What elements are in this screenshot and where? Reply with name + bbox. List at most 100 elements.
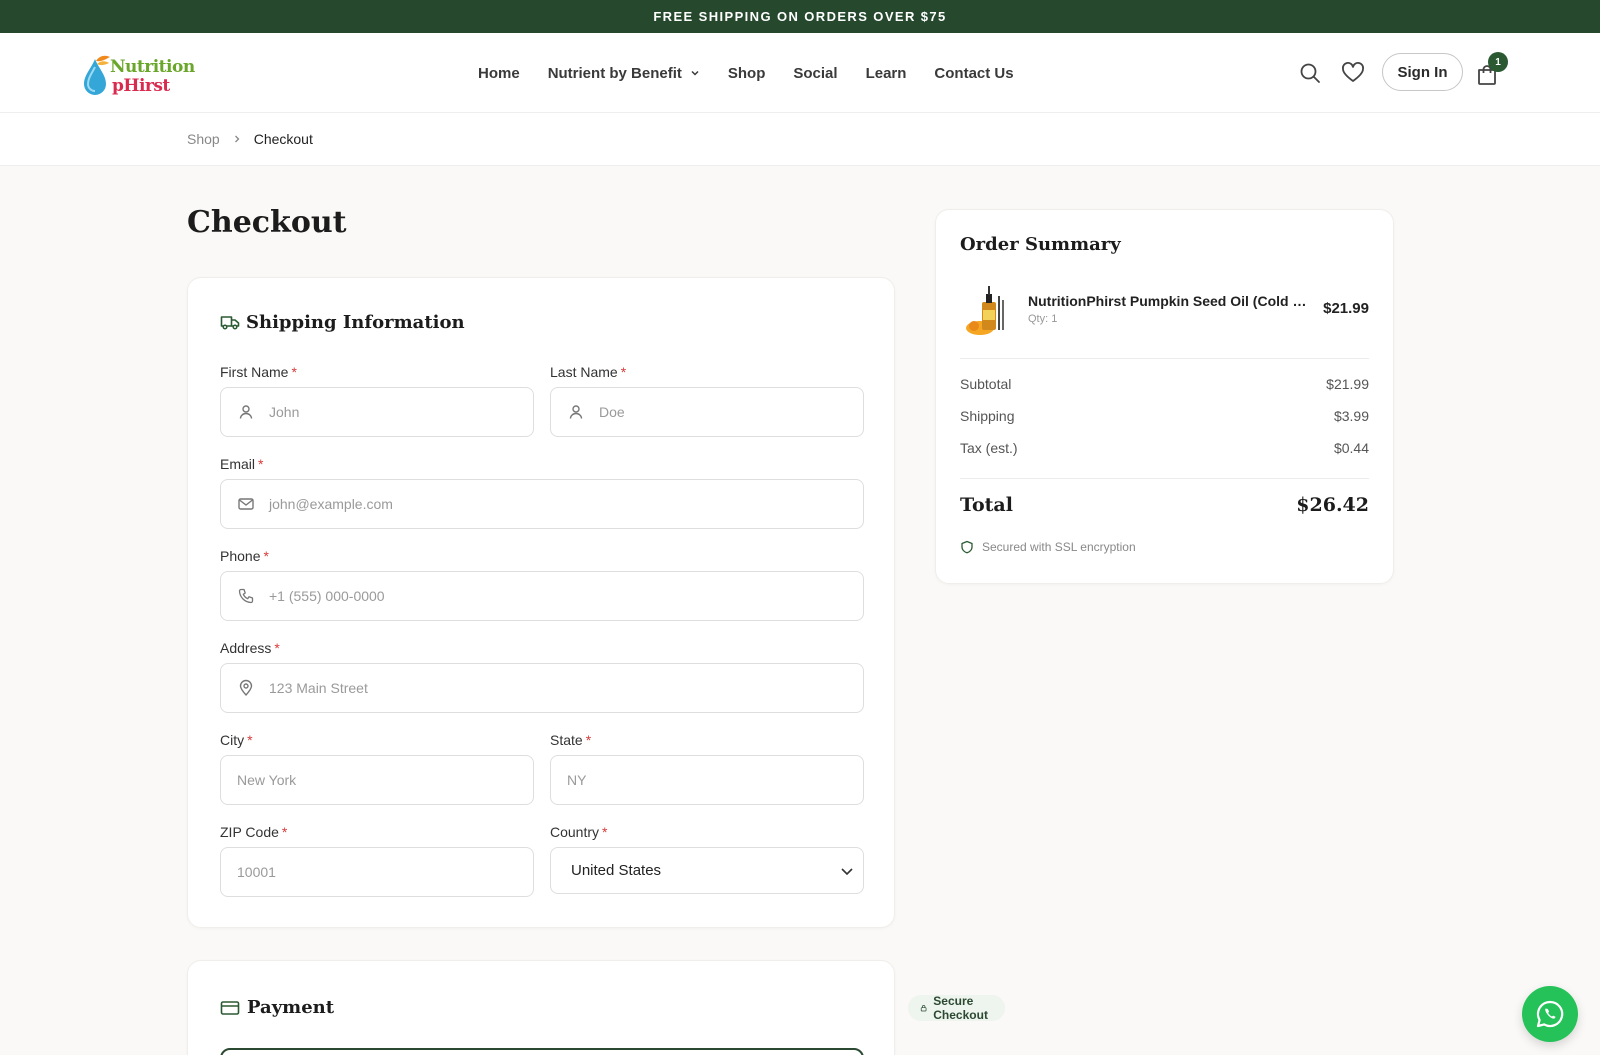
required-mark: * [258, 456, 264, 472]
first-name-placeholder: John [269, 404, 300, 420]
last-name-placeholder: Doe [599, 404, 625, 420]
first-name-label-text: First Name [220, 364, 289, 380]
state-placeholder: NY [567, 772, 587, 788]
sign-in-button[interactable]: Sign In [1382, 53, 1463, 91]
heart-icon[interactable] [1341, 61, 1365, 85]
product-price: $21.99 [1323, 300, 1369, 317]
zip-field[interactable]: 10001 [220, 847, 534, 897]
payment-method-option[interactable] [220, 1048, 864, 1055]
user-icon [239, 405, 253, 419]
secure-checkout-label: Secure Checkout [933, 994, 988, 1022]
phone-label-text: Phone [220, 548, 261, 564]
order-summary-title: Order Summary [960, 234, 1121, 255]
shipping-cost-value: $3.99 [1333, 408, 1369, 424]
breadcrumb-shop[interactable]: Shop [187, 131, 220, 147]
lock-icon [920, 1005, 927, 1012]
total-label: Total [960, 494, 1013, 516]
payment-card: Payment Secure Checkout [187, 960, 1005, 1055]
address-label-text: Address [220, 640, 272, 656]
city-label-text: City [220, 732, 245, 748]
nav-learn[interactable]: Learn [866, 65, 907, 82]
last-name-label: Last Name * [550, 364, 626, 380]
city-field[interactable]: New York [220, 755, 534, 805]
phone-placeholder: +1 (555) 000-0000 [269, 588, 385, 604]
promo-banner: FREE SHIPPING ON ORDERS OVER $75 [0, 0, 1600, 33]
country-select[interactable]: United States [550, 847, 864, 894]
ssl-note-text: Secured with SSL encryption [982, 540, 1136, 554]
nav-contact-label: Contact Us [934, 64, 1014, 82]
shipping-card: Shipping Information First Name * John La… [187, 277, 895, 928]
address-field[interactable]: 123 Main Street [220, 663, 864, 713]
required-mark: * [247, 732, 253, 748]
required-mark: * [274, 640, 280, 656]
nav-learn-label: Learn [865, 64, 907, 82]
email-label-text: Email [220, 456, 256, 472]
logo-text-line2: pHirst [112, 76, 170, 96]
logo-text-line1: Nutrition [110, 57, 195, 77]
payment-title: Payment [247, 997, 335, 1018]
email-field[interactable]: john@example.com [220, 479, 864, 529]
nav-shop-label: Shop [727, 64, 766, 82]
product-thumbnail [966, 286, 1004, 335]
required-mark: * [291, 364, 297, 380]
city-placeholder: New York [237, 772, 297, 788]
summary-divider [960, 478, 1369, 479]
nav-social[interactable]: Social [793, 65, 837, 82]
country-selected-value: United States [571, 862, 662, 879]
nav-social-label: Social [793, 64, 838, 82]
state-label: State * [550, 732, 591, 748]
search-icon[interactable] [1298, 61, 1322, 85]
tax-label: Tax (est.) [960, 440, 1018, 456]
nav-home-label: Home [478, 64, 520, 82]
required-mark: * [620, 364, 627, 380]
email-placeholder: john@example.com [269, 496, 393, 512]
map-pin-icon [239, 679, 253, 696]
nav-home[interactable]: Home [478, 65, 520, 82]
nav-contact-us[interactable]: Contact Us [934, 65, 1013, 82]
ssl-note: Secured with SSL encryption [960, 540, 1136, 554]
drop-logo-icon [84, 55, 110, 95]
nav-shop[interactable]: Shop [728, 65, 766, 82]
cart-count-badge: 1 [1488, 52, 1508, 72]
shipping-title: Shipping Information [246, 312, 465, 333]
zip-label-text: ZIP Code [220, 824, 279, 840]
required-mark: * [281, 824, 288, 840]
last-name-field[interactable]: Doe [550, 387, 864, 437]
state-field[interactable]: NY [550, 755, 864, 805]
required-mark: * [602, 824, 608, 840]
secure-checkout-badge: Secure Checkout [908, 994, 1005, 1022]
subtotal-value: $21.99 [1326, 376, 1369, 392]
country-label: Country * [550, 824, 607, 840]
total-row: Total $26.42 [960, 494, 1369, 516]
zip-label: ZIP Code * [220, 824, 287, 840]
tax-row: Tax (est.) $0.44 [960, 440, 1369, 456]
mail-icon [238, 498, 254, 510]
tax-value: $0.44 [1333, 440, 1369, 456]
user-icon [569, 405, 583, 419]
brand-logo[interactable]: Nutrition pHirst [82, 49, 202, 99]
nav-nutrient-by-benefit[interactable]: Nutrient by Benefit [548, 65, 700, 82]
chevron-down-icon [841, 867, 853, 875]
first-name-field[interactable]: John [220, 387, 534, 437]
whatsapp-icon [1536, 1000, 1564, 1028]
breadcrumb-current: Checkout [253, 131, 313, 147]
product-name: NutritionPhirst Pumpkin Seed Oil (Cold P… [1028, 293, 1313, 309]
breadcrumb: Shop Checkout [0, 113, 1600, 166]
phone-label: Phone * [220, 548, 269, 564]
shipping-row: Shipping $3.99 [960, 408, 1369, 424]
phone-field[interactable]: +1 (555) 000-0000 [220, 571, 864, 621]
subtotal-label: Subtotal [960, 376, 1012, 392]
phone-icon [238, 588, 254, 604]
whatsapp-chat-button[interactable] [1522, 986, 1578, 1042]
total-value: $26.42 [1296, 494, 1369, 516]
first-name-label: First Name * [220, 364, 297, 380]
summary-divider [960, 358, 1369, 359]
shipping-cost-label: Shipping [960, 408, 1015, 424]
subtotal-row: Subtotal $21.99 [960, 376, 1369, 392]
address-label: Address * [220, 640, 280, 656]
zip-placeholder: 10001 [237, 864, 276, 880]
shield-icon [961, 540, 973, 554]
product-qty: Qty: 1 [1028, 313, 1058, 325]
credit-card-icon [220, 1001, 240, 1015]
truck-icon [220, 316, 240, 330]
